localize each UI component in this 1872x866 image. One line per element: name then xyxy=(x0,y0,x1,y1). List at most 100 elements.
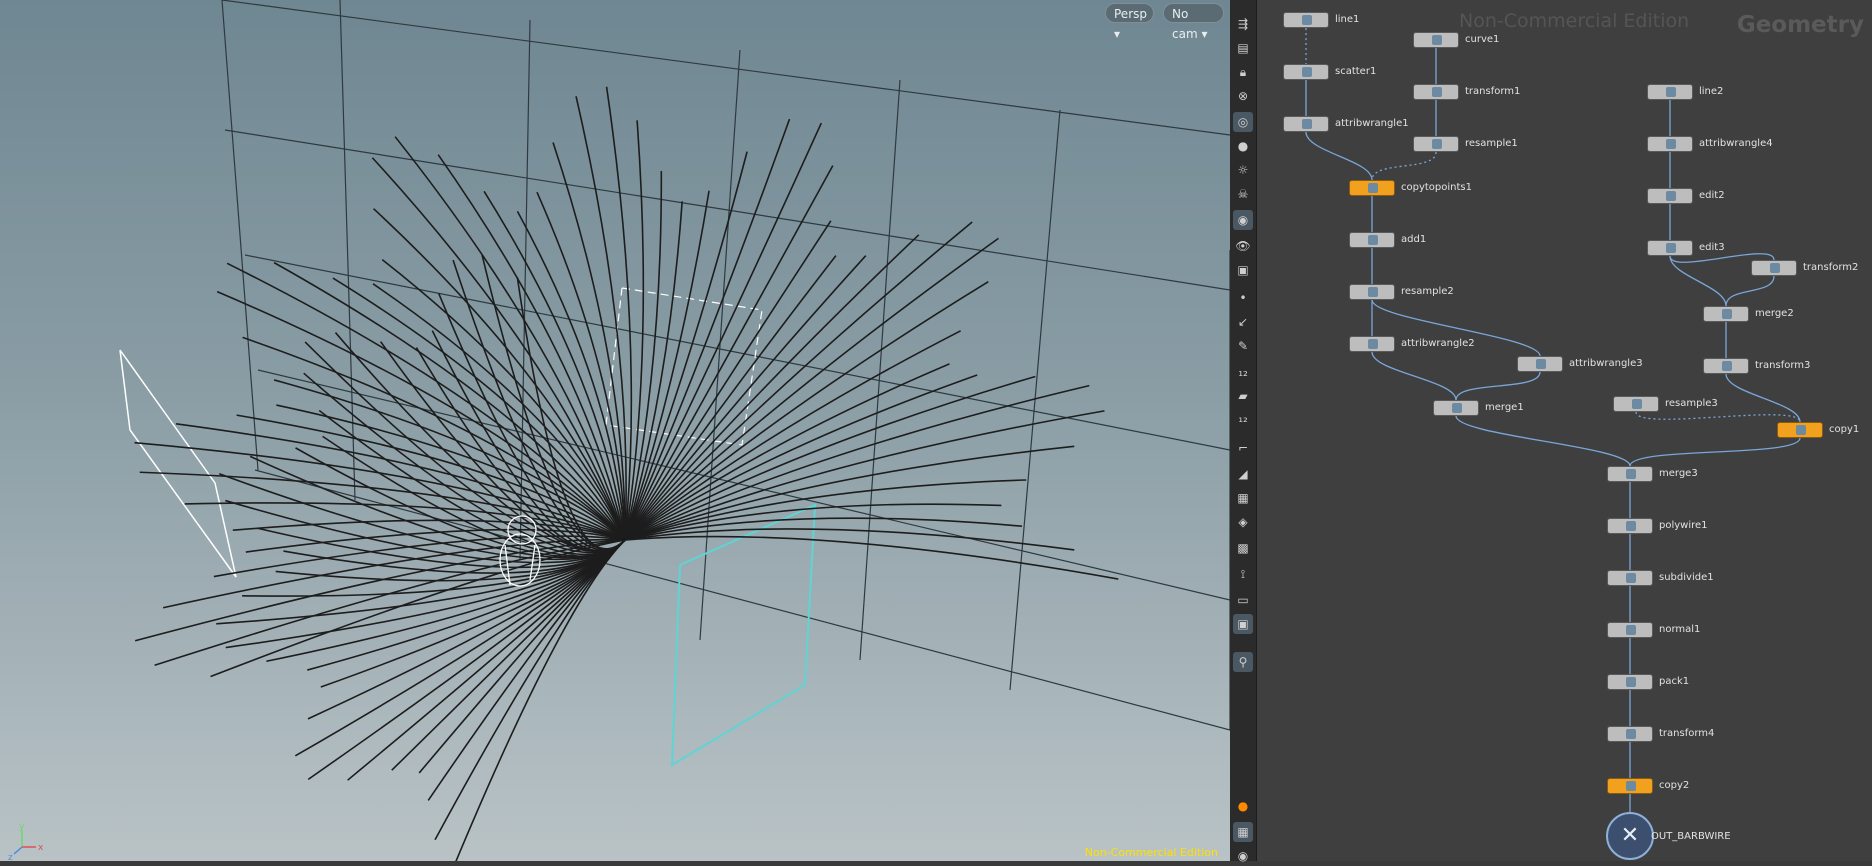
output-node-icon: ✕ xyxy=(1620,823,1640,848)
node-transform4[interactable] xyxy=(1607,726,1653,742)
number-12-alt-icon[interactable]: ¹² xyxy=(1233,412,1253,432)
viewport-watermark: Non-Commercial Edition xyxy=(1084,846,1218,859)
node-wire xyxy=(1455,371,1541,401)
node-type-icon xyxy=(1666,87,1676,97)
node-type-icon xyxy=(1796,425,1806,435)
node-merge2[interactable] xyxy=(1703,306,1749,322)
node-line1[interactable] xyxy=(1283,12,1329,28)
bird-icon[interactable]: ◢ xyxy=(1233,464,1253,484)
panel-icon[interactable]: ▭ xyxy=(1233,590,1253,610)
node-normal1[interactable] xyxy=(1607,622,1653,638)
node-label: merge3 xyxy=(1659,468,1698,479)
axis-label-x: x xyxy=(38,843,44,853)
barbwire-strand xyxy=(242,336,626,541)
node-label: normal1 xyxy=(1659,624,1701,635)
lock-icon[interactable]: 🔒︎ xyxy=(1233,62,1253,82)
viewport-canvas[interactable]: y z x xyxy=(0,0,1230,861)
point-icon[interactable]: • xyxy=(1233,288,1253,308)
node-label: copy1 xyxy=(1829,424,1860,435)
node-edit2[interactable] xyxy=(1647,188,1693,204)
node-label: transform1 xyxy=(1465,86,1521,97)
hook-icon[interactable]: ⟟ xyxy=(1233,564,1253,584)
node-wire xyxy=(1371,351,1457,401)
node-attribwrangle4[interactable] xyxy=(1647,136,1693,152)
eye-icon[interactable]: 👁︎ xyxy=(1233,236,1253,256)
arrow-icon[interactable]: ↙ xyxy=(1233,312,1253,332)
display-toolbar: ⇶ ▤ 🔒︎ ⊗ ◎ ● ☼ ☠ ◉ 👁︎ ▣ • ↙ ✎ ₁₂ ▰ ¹² ⌐ … xyxy=(1230,0,1257,863)
camera-icon[interactable]: ◉ xyxy=(1233,210,1253,230)
node-pack1[interactable] xyxy=(1607,674,1653,690)
warning-icon[interactable]: ● xyxy=(1233,796,1253,816)
node-type-icon xyxy=(1302,119,1312,129)
number-12-icon[interactable]: ₁₂ xyxy=(1233,362,1253,382)
node-type-icon xyxy=(1536,359,1546,369)
eye-icon[interactable]: ◉ xyxy=(1233,846,1253,866)
node-add1[interactable] xyxy=(1349,232,1395,248)
bulb-icon[interactable]: ● xyxy=(1233,136,1253,156)
node-label: merge2 xyxy=(1755,308,1794,319)
camera-mode-button[interactable]: Persp ▾ xyxy=(1105,3,1154,41)
node-resample3[interactable] xyxy=(1613,396,1659,412)
camera-frame-white xyxy=(119,349,237,578)
bulb-alt-icon[interactable]: ☼ xyxy=(1233,160,1253,180)
node-type-icon xyxy=(1432,87,1442,97)
barbwire-strand xyxy=(624,255,837,541)
close-icon[interactable]: ⊗ xyxy=(1233,86,1253,106)
grid-tex-icon[interactable]: ▦ xyxy=(1233,488,1253,508)
node-type-icon xyxy=(1626,677,1636,687)
grid-icon[interactable]: ▦ xyxy=(1233,822,1253,842)
node-type-icon xyxy=(1432,139,1442,149)
node-transform2[interactable] xyxy=(1751,260,1797,276)
node-label: edit2 xyxy=(1699,190,1725,201)
display-options-icon[interactable]: ⇶ xyxy=(1233,14,1253,34)
node-attribwrangle3[interactable] xyxy=(1517,356,1563,372)
node-resample2[interactable] xyxy=(1349,284,1395,300)
bucket-icon[interactable]: ▣ xyxy=(1233,260,1253,280)
node-resample1[interactable] xyxy=(1413,136,1459,152)
node-copy1[interactable] xyxy=(1777,422,1823,438)
node-label: resample3 xyxy=(1665,398,1718,409)
node-scatter1[interactable] xyxy=(1283,64,1329,80)
node-copytopoints1[interactable] xyxy=(1349,180,1395,196)
node-type-icon xyxy=(1666,243,1676,253)
node-type-icon xyxy=(1368,339,1378,349)
node-subdivide1[interactable] xyxy=(1607,570,1653,586)
node-transform1[interactable] xyxy=(1413,84,1459,100)
light-icon[interactable]: ◎ xyxy=(1233,112,1253,132)
corner-icon[interactable]: ⌐ xyxy=(1233,438,1253,458)
barbwire-strand xyxy=(624,255,867,541)
brush-icon[interactable]: ▰ xyxy=(1233,386,1253,406)
node-label: attribwrangle3 xyxy=(1569,358,1643,369)
node-label: polywire1 xyxy=(1659,520,1708,531)
skull-icon[interactable]: ☠ xyxy=(1233,184,1253,204)
map-icon[interactable]: ▩ xyxy=(1233,538,1253,558)
node-merge1[interactable] xyxy=(1433,400,1479,416)
scene-viewport[interactable]: y z x Persp ▾ No cam ▾ Non-Commercial Ed… xyxy=(0,0,1230,861)
node-label: scatter1 xyxy=(1335,66,1377,77)
barbwire-strand xyxy=(481,254,626,550)
node-label: transform4 xyxy=(1659,728,1715,739)
node-edit3[interactable] xyxy=(1647,240,1693,256)
node-wire xyxy=(1305,131,1373,181)
node-OUT_BARBWIRE[interactable]: ✕ xyxy=(1606,812,1654,860)
node-attribwrangle2[interactable] xyxy=(1349,336,1395,352)
node-merge3[interactable] xyxy=(1607,466,1653,482)
node-polywire1[interactable] xyxy=(1607,518,1653,534)
node-line2[interactable] xyxy=(1647,84,1693,100)
node-curve1[interactable] xyxy=(1413,32,1459,48)
layers-icon[interactable]: ◈ xyxy=(1233,512,1253,532)
camera-mode-label: Persp xyxy=(1114,7,1147,21)
node-label: OUT_BARBWIRE xyxy=(1651,831,1731,842)
node-transform3[interactable] xyxy=(1703,358,1749,374)
node-attribwrangle1[interactable] xyxy=(1283,116,1329,132)
snapshot-icon[interactable]: ▣ xyxy=(1233,614,1253,634)
node-network-editor[interactable]: Non-Commercial Edition Geometry line1 cur… xyxy=(1257,0,1872,861)
node-label: copy2 xyxy=(1659,780,1690,791)
pin-icon[interactable]: ⚲ xyxy=(1233,652,1253,672)
ghost-icon[interactable]: ▤ xyxy=(1233,38,1253,58)
pen-icon[interactable]: ✎ xyxy=(1233,336,1253,356)
camera-select-button[interactable]: No cam ▾ xyxy=(1163,3,1224,41)
barbwire-strand xyxy=(273,379,626,541)
node-copy2[interactable] xyxy=(1607,778,1653,794)
node-type-icon xyxy=(1626,781,1636,791)
